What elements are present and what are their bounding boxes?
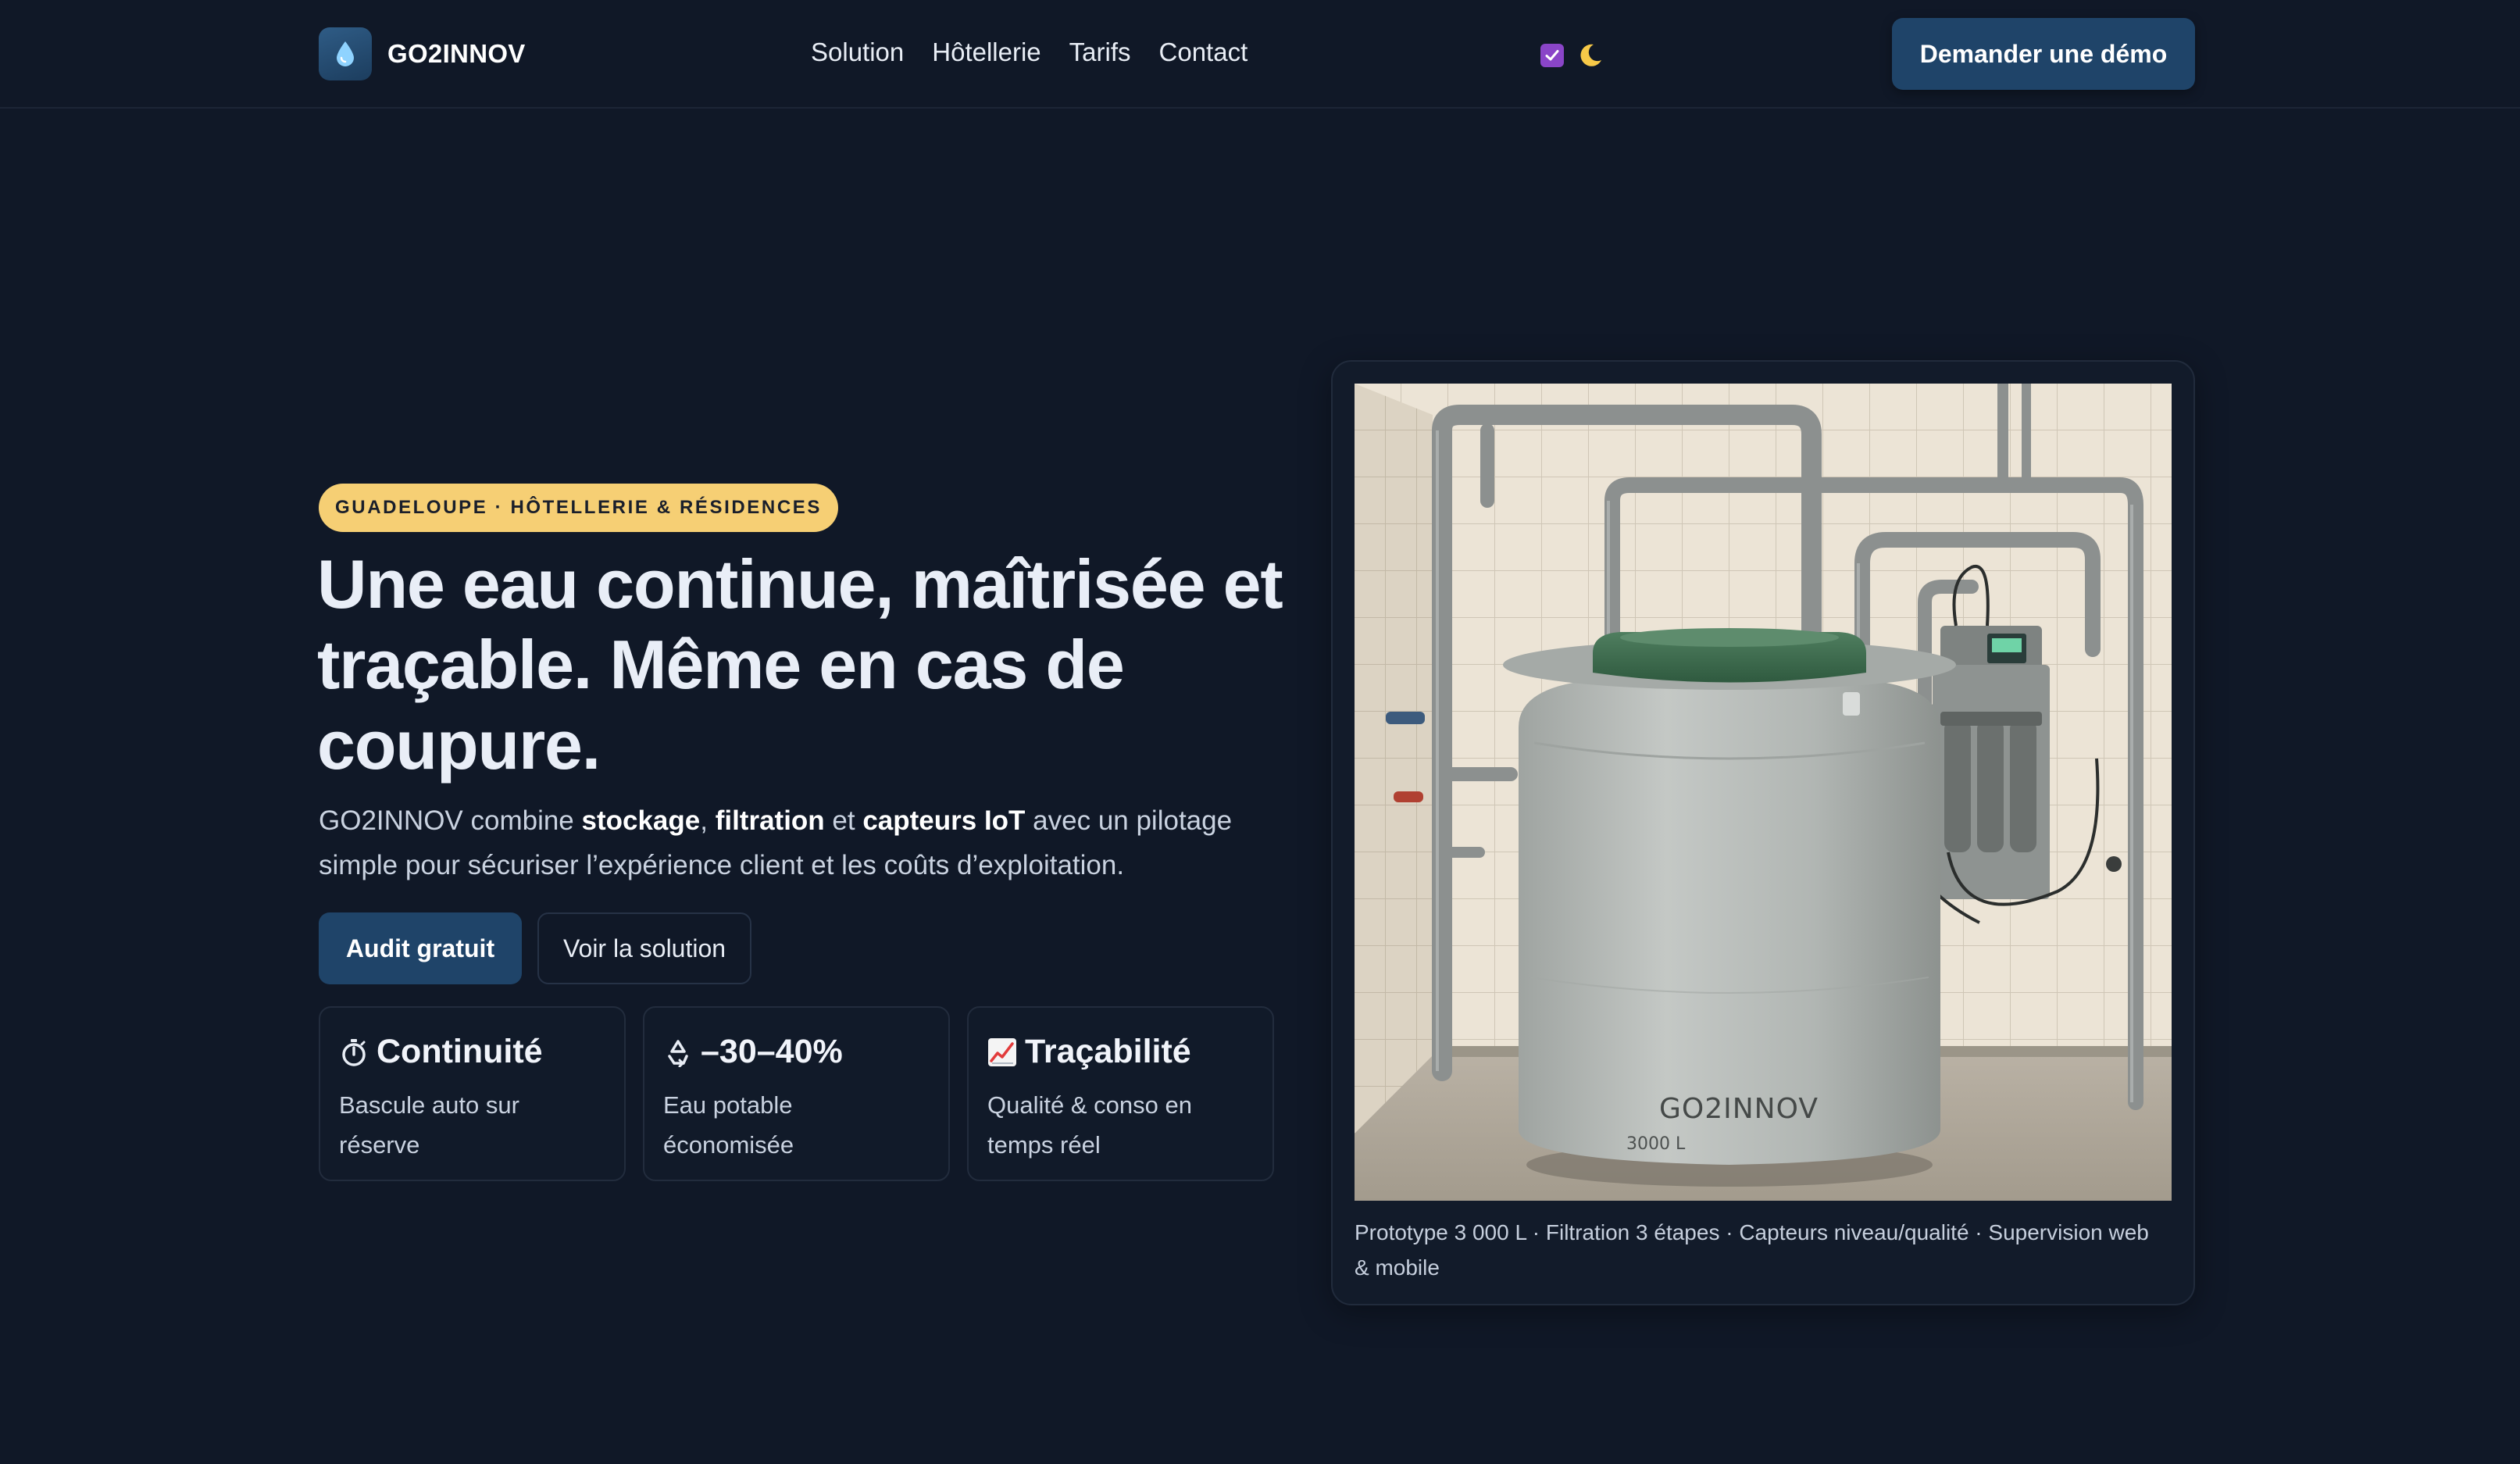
subtitle-text: GO2INNOV combine <box>319 805 582 836</box>
stat-title: –30–40% <box>701 1033 843 1070</box>
nav-link-tarifs[interactable]: Tarifs <box>1069 37 1131 67</box>
brand-name: GO2INNOV <box>387 39 526 68</box>
moon-icon[interactable] <box>1576 41 1604 70</box>
free-audit-button[interactable]: Audit gratuit <box>319 912 522 984</box>
check-icon <box>1545 50 1559 61</box>
stat-card-savings: –30–40% Eau potable économisée <box>643 1006 950 1181</box>
hero-title: Une eau continue, maîtrisée et traçable.… <box>317 545 1283 784</box>
product-caption: Prototype 3 000 L · Filtration 3 étapes … <box>1355 1220 2149 1280</box>
see-solution-button[interactable]: Voir la solution <box>537 912 751 984</box>
subtitle-emphasis-iot: capteurs IoT <box>862 805 1026 836</box>
water-drop-icon <box>319 27 372 80</box>
stat-card-traceability: Traçabilité Qualité & conso en temps rée… <box>967 1006 1274 1181</box>
product-card: GO2INNOV 3000 L Prototype 3 000 L · Filt… <box>1331 360 2195 1305</box>
stat-description: Qualité & conso en temps réel <box>987 1091 1192 1159</box>
stat-title: Continuité <box>377 1033 543 1070</box>
request-demo-button[interactable]: Demander une démo <box>1892 18 2195 90</box>
region-badge: GUADELOUPE · HÔTELLERIE & RÉSIDENCES <box>319 484 838 532</box>
nav-link-solution[interactable]: Solution <box>811 37 904 67</box>
top-navigation-bar: GO2INNOV Solution Hôtellerie Tarifs Cont… <box>0 0 2520 109</box>
hero-stats: Continuité Bascule auto sur réserve –30–… <box>319 1006 1274 1181</box>
stat-description: Bascule auto sur réserve <box>339 1091 519 1159</box>
recycle-icon <box>668 1039 688 1067</box>
stat-title: Traçabilité <box>1025 1033 1191 1070</box>
stat-card-continuity: Continuité Bascule auto sur réserve <box>319 1006 626 1181</box>
stopwatch-icon <box>342 1038 366 1066</box>
chart-up-icon <box>988 1037 1016 1066</box>
subtitle-text: , <box>700 805 716 836</box>
product-photo: GO2INNOV 3000 L <box>1355 384 2172 1201</box>
subtitle-emphasis-stockage: stockage <box>581 805 701 836</box>
main-nav: Solution Hôtellerie Tarifs Contact <box>811 37 1248 67</box>
theme-toggle-group <box>1540 41 1604 70</box>
nav-link-contact[interactable]: Contact <box>1159 37 1248 67</box>
brand-logo[interactable]: GO2INNOV <box>319 27 526 80</box>
subtitle-emphasis-filtration: filtration <box>715 805 825 836</box>
subtitle-text: et <box>824 805 863 836</box>
hero-cta-row: Audit gratuit Voir la solution <box>319 912 751 984</box>
stat-description: Eau potable économisée <box>663 1091 794 1159</box>
tank-capacity-label: 3000 L <box>1626 1134 1686 1154</box>
nav-link-hotellerie[interactable]: Hôtellerie <box>932 37 1040 67</box>
water-tank-illustration: GO2INNOV 3000 L <box>1355 384 2172 1201</box>
hero-subtitle: GO2INNOV combine stockage, filtration et… <box>319 798 1287 887</box>
tank-brand-label: GO2INNOV <box>1659 1093 1819 1125</box>
theme-checkbox[interactable] <box>1540 44 1564 67</box>
